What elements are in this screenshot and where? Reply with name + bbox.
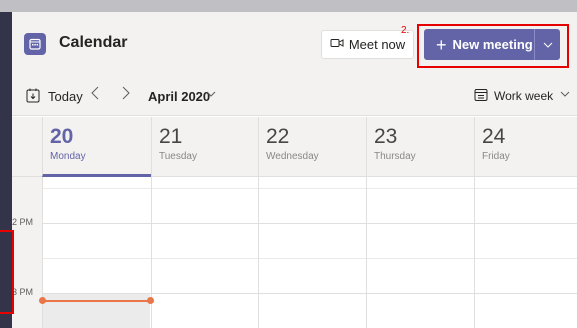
day-name: Thursday: [374, 151, 416, 162]
day-column-wednesday[interactable]: [258, 177, 366, 328]
meet-now-label: Meet now: [348, 37, 406, 52]
annotation-highlight-bracket: [0, 230, 14, 314]
chevron-right-icon: [122, 86, 130, 100]
calendar-view-icon[interactable]: [474, 88, 488, 107]
view-switcher[interactable]: Work week: [494, 89, 553, 103]
day-column-tuesday[interactable]: [151, 177, 258, 328]
chevron-down-icon[interactable]: [205, 87, 217, 106]
month-picker[interactable]: April 2020: [148, 89, 210, 104]
previous-week-button[interactable]: [91, 86, 99, 104]
day-name: Friday: [482, 151, 510, 162]
annotation-highlight-box: [417, 24, 569, 68]
day-number: 24: [482, 125, 506, 148]
day-column-friday[interactable]: [474, 177, 577, 328]
time-label-2pm: 2 PM: [12, 217, 34, 227]
day-column-monday[interactable]: [42, 177, 151, 328]
day-header-wednesday[interactable]: 22 Wednesday: [258, 117, 366, 177]
day-header-friday[interactable]: 24 Friday: [474, 117, 577, 177]
next-week-button[interactable]: [122, 86, 130, 104]
calendar-header: Calendar Meet now + New meeting 2.: [12, 12, 577, 76]
day-name: Wednesday: [266, 151, 319, 162]
day-number: 23: [374, 125, 398, 148]
day-header-monday[interactable]: 20 Monday: [42, 117, 151, 177]
today-calendar-icon[interactable]: [26, 88, 40, 108]
day-name: Tuesday: [159, 151, 197, 162]
calendar-app-icon: [24, 33, 46, 55]
chevron-left-icon: [91, 86, 99, 100]
day-header-thursday[interactable]: 23 Thursday: [366, 117, 474, 177]
day-number: 20: [50, 125, 74, 148]
today-button[interactable]: Today: [48, 89, 83, 104]
day-column-thursday[interactable]: [366, 177, 474, 328]
time-gutter-header: [12, 117, 42, 177]
calendar-toolbar: Today April 2020 Work week: [12, 76, 577, 116]
day-number: 22: [266, 125, 290, 148]
chevron-down-icon[interactable]: [559, 87, 571, 106]
current-time-dot: [147, 297, 154, 304]
calendar-time-grid: 2 PM 3 PM: [12, 177, 577, 328]
page-title: Calendar: [59, 34, 128, 51]
time-gutter: 2 PM 3 PM: [12, 177, 42, 328]
day-header-row: 20 Monday 21 Tuesday 22 Wednesday 23 Thu…: [12, 117, 577, 177]
day-header-tuesday[interactable]: 21 Tuesday: [151, 117, 258, 177]
day-number: 21: [159, 125, 183, 148]
calendar-app: Calendar Meet now + New meeting 2. Today…: [12, 12, 577, 328]
day-name: Monday: [50, 151, 86, 162]
title-bar-strip: [0, 0, 577, 12]
current-time-indicator: [42, 300, 151, 302]
video-camera-icon: [330, 37, 344, 52]
current-time-dot: [39, 297, 46, 304]
annotation-step-label: 2.: [401, 25, 410, 36]
time-label-3pm: 3 PM: [12, 287, 34, 297]
